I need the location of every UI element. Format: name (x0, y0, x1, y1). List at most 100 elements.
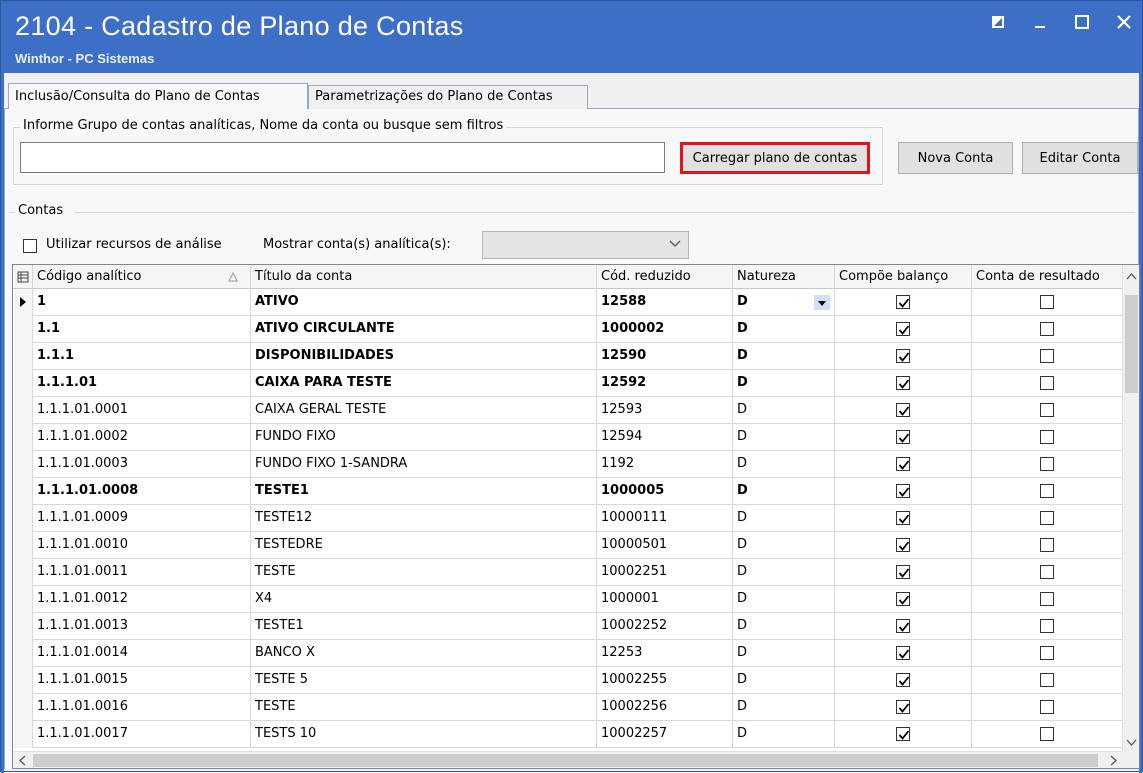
col-header-reduzido[interactable]: Cód. reduzido (597, 265, 733, 289)
col-header-resultado[interactable]: Conta de resultado (972, 265, 1123, 289)
col-header-balanco[interactable]: Compõe balanço (835, 265, 972, 289)
col-header-titulo[interactable]: Título da conta (251, 265, 597, 289)
result-checkbox[interactable] (1040, 511, 1054, 525)
result-checkbox[interactable] (1040, 403, 1054, 417)
balance-checkbox[interactable] (896, 565, 910, 579)
row-selector[interactable] (13, 289, 33, 316)
close-icon[interactable] (1114, 11, 1134, 33)
vertical-scrollbar[interactable] (1122, 265, 1139, 752)
table-row[interactable]: 1.1.1 DISPONIBILIDADES 12590 D (13, 343, 1123, 370)
row-selector[interactable] (13, 640, 33, 667)
col-header-natureza[interactable]: Natureza (733, 265, 835, 289)
table-row[interactable]: 1.1.1.01.0011 TESTE 10002251 D (13, 559, 1123, 586)
row-selector[interactable] (13, 667, 33, 694)
balance-checkbox[interactable] (896, 538, 910, 552)
balance-checkbox[interactable] (896, 322, 910, 336)
result-checkbox[interactable] (1040, 565, 1054, 579)
row-selector[interactable] (13, 559, 33, 586)
balance-checkbox[interactable] (896, 376, 910, 390)
column-chooser[interactable] (13, 265, 33, 289)
analysis-checkbox[interactable] (23, 239, 37, 253)
result-checkbox[interactable] (1040, 457, 1054, 471)
dropdown-arrow-icon[interactable] (814, 295, 830, 310)
row-selector[interactable] (13, 397, 33, 424)
table-row[interactable]: 1 ATIVO 12588 D (13, 289, 1123, 316)
balance-checkbox[interactable] (896, 403, 910, 417)
table-row[interactable]: 1.1.1.01.0002 FUNDO FIXO 12594 D (13, 424, 1123, 451)
row-selector[interactable] (13, 343, 33, 370)
balance-checkbox[interactable] (896, 592, 910, 606)
search-input[interactable] (20, 142, 665, 173)
balance-checkbox[interactable] (896, 673, 910, 687)
balance-checkbox[interactable] (896, 700, 910, 714)
row-selector[interactable] (13, 424, 33, 451)
result-checkbox[interactable] (1040, 727, 1054, 741)
minimize-icon[interactable] (1030, 11, 1050, 33)
result-checkbox[interactable] (1040, 322, 1054, 336)
result-checkbox[interactable] (1040, 295, 1054, 309)
table-row[interactable]: 1.1.1.01.0015 TESTE 5 10002255 D (13, 667, 1123, 694)
accounts-grid[interactable]: Código analítico Título da conta Cód. re… (12, 264, 1140, 769)
result-checkbox[interactable] (1040, 592, 1054, 606)
row-selector[interactable] (13, 451, 33, 478)
row-selector[interactable] (13, 370, 33, 397)
tab-parametrizacoes[interactable]: Parametrizações do Plano de Contas (308, 85, 588, 109)
balance-checkbox[interactable] (896, 619, 910, 633)
tab-inclusao-consulta[interactable]: Inclusão/Consulta do Plano de Contas (8, 83, 308, 110)
balance-checkbox[interactable] (896, 511, 910, 525)
table-row[interactable]: 1.1.1.01 CAIXA PARA TESTE 12592 D (13, 370, 1123, 397)
restore-icon[interactable] (988, 11, 1008, 33)
maximize-icon[interactable] (1072, 11, 1092, 33)
result-checkbox[interactable] (1040, 349, 1054, 363)
table-row[interactable]: 1.1.1.01.0017 TESTS 10 10002257 D (13, 721, 1123, 748)
cell-titulo: BANCO X (251, 640, 597, 667)
table-row[interactable]: 1.1.1.01.0008 TESTE1 1000005 D (13, 478, 1123, 505)
load-plan-button[interactable]: Carregar plano de contas (680, 142, 870, 174)
balance-checkbox[interactable] (896, 457, 910, 471)
balance-checkbox[interactable] (896, 349, 910, 363)
row-selector[interactable] (13, 613, 33, 640)
row-selector[interactable] (13, 586, 33, 613)
row-selector[interactable] (13, 505, 33, 532)
cell-titulo: TESTE1 (251, 613, 597, 640)
balance-checkbox[interactable] (896, 430, 910, 444)
cell-resultado (972, 559, 1123, 586)
table-row[interactable]: 1.1.1.01.0014 BANCO X 12253 D (13, 640, 1123, 667)
show-analytic-select[interactable] (482, 231, 689, 259)
table-row[interactable]: 1.1.1.01.0012 X4 1000001 D (13, 586, 1123, 613)
horizontal-scrollbar[interactable] (13, 751, 1123, 768)
balance-checkbox[interactable] (896, 727, 910, 741)
balance-checkbox[interactable] (896, 484, 910, 498)
table-row[interactable]: 1.1.1.01.0016 TESTE 10002256 D (13, 694, 1123, 721)
table-row[interactable]: 1.1.1.01.0003 FUNDO FIXO 1-SANDRA 1192 D (13, 451, 1123, 478)
table-row[interactable]: 1.1.1.01.0013 TESTE1 10002252 D (13, 613, 1123, 640)
result-checkbox[interactable] (1040, 673, 1054, 687)
row-selector[interactable] (13, 721, 33, 748)
new-account-button[interactable]: Nova Conta (898, 142, 1013, 174)
row-selector[interactable] (13, 478, 33, 505)
row-selector[interactable] (13, 532, 33, 559)
result-checkbox[interactable] (1040, 619, 1054, 633)
table-row[interactable]: 1.1.1.01.0010 TESTEDRE 10000501 D (13, 532, 1123, 559)
row-selector[interactable] (13, 316, 33, 343)
horizontal-scroll-thumb[interactable] (33, 754, 1098, 767)
table-row[interactable]: 1.1.1.01.0001 CAIXA GERAL TESTE 12593 D (13, 397, 1123, 424)
result-checkbox[interactable] (1040, 484, 1054, 498)
row-selector[interactable] (13, 694, 33, 721)
title-bar[interactable]: 2104 - Cadastro de Plano de Contas Winth… (1, 1, 1142, 73)
balance-checkbox[interactable] (896, 646, 910, 660)
edit-account-button[interactable]: Editar Conta (1022, 142, 1138, 174)
result-checkbox[interactable] (1040, 376, 1054, 390)
vertical-scroll-thumb[interactable] (1125, 295, 1138, 393)
col-header-codigo[interactable]: Código analítico (33, 265, 251, 289)
cell-natureza[interactable]: D (733, 289, 835, 316)
result-checkbox[interactable] (1040, 646, 1054, 660)
balance-checkbox[interactable] (896, 295, 910, 309)
cell-text: CAIXA PARA TESTE (255, 375, 392, 390)
result-checkbox[interactable] (1040, 430, 1054, 444)
table-row[interactable]: 1.1 ATIVO CIRCULANTE 1000002 D (13, 316, 1123, 343)
result-checkbox[interactable] (1040, 538, 1054, 552)
table-row[interactable]: 1.1.1.01.0009 TESTE12 10000111 D (13, 505, 1123, 532)
result-checkbox[interactable] (1040, 700, 1054, 714)
cell-text: 1.1.1.01.0014 (37, 645, 128, 660)
